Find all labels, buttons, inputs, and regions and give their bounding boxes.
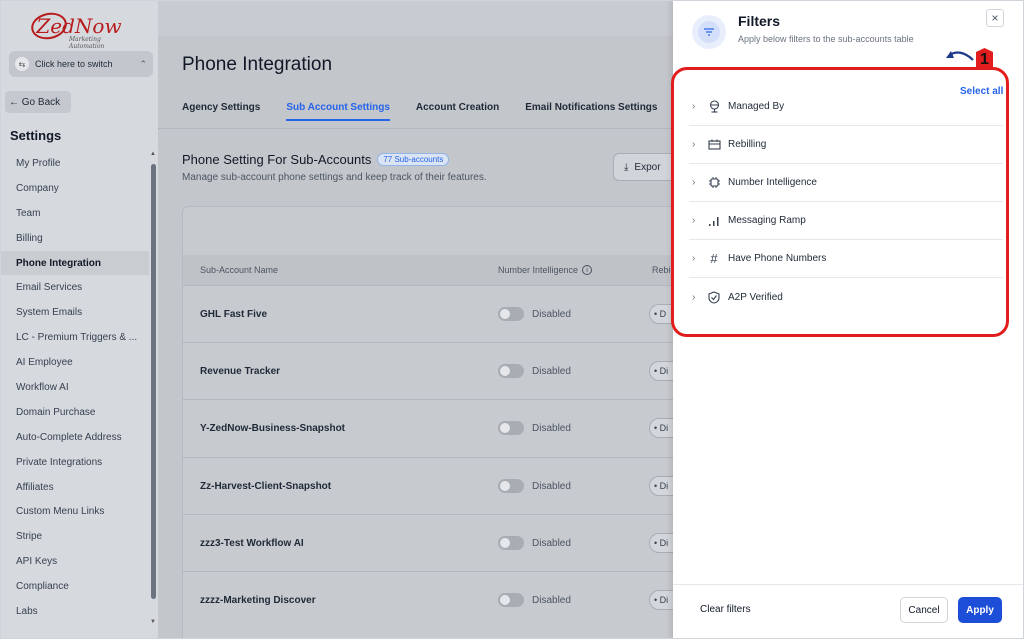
settings-tabs: Agency Settings Sub Account Settings Acc… xyxy=(182,102,657,121)
toggle-status: Disabled xyxy=(532,308,571,320)
annotation-number-badge: 1 xyxy=(976,48,993,68)
toggle-status: Disabled xyxy=(532,422,571,434)
settings-nav: My Profile Company Team Billing Phone In… xyxy=(1,151,149,624)
sidebar-item-compliance[interactable]: Compliance xyxy=(1,574,149,599)
top-bar xyxy=(158,1,673,36)
sidebar: ZedNow Marketing Automation ⇆ Click here… xyxy=(1,1,158,638)
annotation-highlight-box xyxy=(671,67,1009,337)
clear-filters-button[interactable]: Clear filters xyxy=(700,604,751,615)
sidebar-item-labs[interactable]: Labs xyxy=(1,599,149,624)
download-icon: ⤓ xyxy=(624,161,629,173)
close-button[interactable]: × xyxy=(986,9,1004,27)
close-icon: × xyxy=(991,11,999,25)
switcher-label: Click here to switch xyxy=(35,59,113,69)
table-row[interactable]: GHL Fast Five Disabled • D xyxy=(183,285,689,342)
filter-lines-icon xyxy=(704,28,714,36)
number-intelligence-toggle[interactable] xyxy=(498,364,524,378)
row-account-name: GHL Fast Five xyxy=(200,308,268,320)
tab-agency-settings[interactable]: Agency Settings xyxy=(182,102,260,121)
footer-divider xyxy=(673,584,1023,585)
row-number-intelligence: Disabled xyxy=(498,479,571,493)
sidebar-item-domain-purchase[interactable]: Domain Purchase xyxy=(1,400,149,425)
column-header-number-intelligence: Number Intelligence i xyxy=(498,265,593,275)
filter-icon-inner xyxy=(698,21,720,43)
row-number-intelligence: Disabled xyxy=(498,421,571,435)
cancel-button[interactable]: Cancel xyxy=(900,597,948,623)
info-icon[interactable]: i xyxy=(582,265,593,275)
table-header: Sub-Account Name Number Intelligence i R… xyxy=(183,255,683,285)
section-title: Phone Setting For Sub-Accounts 77 Sub-ac… xyxy=(182,152,450,167)
number-intelligence-toggle[interactable] xyxy=(498,479,524,493)
number-intelligence-toggle[interactable] xyxy=(498,536,524,550)
sidebar-item-lc-premium-triggers[interactable]: LC - Premium Triggers & ... xyxy=(1,325,149,350)
app-window: ZedNow Marketing Automation ⇆ Click here… xyxy=(0,0,1024,639)
switch-icon: ⇆ xyxy=(15,57,29,71)
sidebar-item-company[interactable]: Company xyxy=(1,176,149,201)
annotation-arrow-icon xyxy=(946,51,974,61)
sidebar-item-private-integrations[interactable]: Private Integrations xyxy=(1,450,149,475)
row-number-intelligence: Disabled xyxy=(498,593,571,607)
number-intelligence-toggle[interactable] xyxy=(498,307,524,321)
number-intelligence-toggle[interactable] xyxy=(498,421,524,435)
sub-accounts-table: Sub-Account Name Number Intelligence i R… xyxy=(182,206,689,638)
sidebar-item-team[interactable]: Team xyxy=(1,201,149,226)
table-row[interactable]: Zz-Harvest-Client-Snapshot Disabled • Di xyxy=(183,457,689,514)
filters-title: Filters xyxy=(738,13,781,29)
sidebar-item-email-services[interactable]: Email Services xyxy=(1,275,149,300)
filters-subtitle: Apply below filters to the sub-accounts … xyxy=(738,34,914,44)
sidebar-item-api-keys[interactable]: API Keys xyxy=(1,549,149,574)
tab-sub-account-settings[interactable]: Sub Account Settings xyxy=(286,102,390,121)
toggle-status: Disabled xyxy=(532,480,571,492)
scroll-up-icon[interactable]: ▲ xyxy=(150,151,156,157)
row-account-name: Revenue Tracker xyxy=(200,365,281,377)
settings-heading: Settings xyxy=(10,128,62,143)
table-row[interactable]: Revenue Tracker Disabled • Di xyxy=(183,342,689,399)
sidebar-item-system-emails[interactable]: System Emails xyxy=(1,300,149,325)
tabs-divider xyxy=(158,128,673,129)
row-number-intelligence: Disabled xyxy=(498,536,571,550)
export-label: Expor xyxy=(634,161,661,173)
row-account-name: zzzz-Marketing Discover xyxy=(200,594,316,606)
apply-button[interactable]: Apply xyxy=(958,597,1002,623)
sidebar-item-auto-complete-address[interactable]: Auto-Complete Address xyxy=(1,425,149,450)
zednow-logo[interactable]: ZedNow Marketing Automation xyxy=(28,9,129,50)
filter-icon xyxy=(692,15,726,49)
column-header-rebilling: Rebi xyxy=(652,265,671,275)
tab-email-notifications-settings[interactable]: Email Notifications Settings xyxy=(525,102,657,121)
toggle-status: Disabled xyxy=(532,537,571,549)
logo-tagline: Marketing Automation xyxy=(69,36,105,50)
sidebar-item-custom-menu-links[interactable]: Custom Menu Links xyxy=(1,499,149,524)
row-number-intelligence: Disabled xyxy=(498,307,571,321)
table-row[interactable]: zzz3-Test Workflow AI Disabled • Di xyxy=(183,514,689,571)
sidebar-item-affiliates[interactable]: Affiliates xyxy=(1,475,149,500)
go-back-button[interactable]: ← Go Back xyxy=(5,91,71,113)
column-header-ni-label: Number Intelligence xyxy=(498,265,579,275)
sidebar-item-ai-employee[interactable]: AI Employee xyxy=(1,350,149,375)
tab-account-creation[interactable]: Account Creation xyxy=(416,102,499,121)
sub-accounts-count-badge: 77 Sub-accounts xyxy=(377,153,450,166)
row-number-intelligence: Disabled xyxy=(498,364,571,378)
sidebar-scrollbar[interactable] xyxy=(151,164,156,599)
sidebar-item-workflow-ai[interactable]: Workflow AI xyxy=(1,375,149,400)
sidebar-item-stripe[interactable]: Stripe xyxy=(1,524,149,549)
toggle-status: Disabled xyxy=(532,594,571,606)
number-intelligence-toggle[interactable] xyxy=(498,593,524,607)
column-header-name: Sub-Account Name xyxy=(200,265,279,275)
page-title: Phone Integration xyxy=(182,54,333,75)
sidebar-item-my-profile[interactable]: My Profile xyxy=(1,151,149,176)
table-row[interactable]: zzzz-Marketing Discover Disabled • Di xyxy=(183,571,689,628)
account-switcher[interactable]: ⇆ Click here to switch ⌃ xyxy=(9,51,153,77)
chevron-updown-icon: ⌃ xyxy=(139,58,147,69)
row-account-name: zzz3-Test Workflow AI xyxy=(200,537,304,549)
row-account-name: Y-ZedNow-Business-Snapshot xyxy=(200,422,346,434)
row-account-name: Zz-Harvest-Client-Snapshot xyxy=(200,480,332,492)
table-row[interactable]: Y-ZedNow-Business-Snapshot Disabled • Di xyxy=(183,399,689,456)
section-title-text: Phone Setting For Sub-Accounts xyxy=(182,152,372,167)
main-content: Phone Integration Agency Settings Sub Ac… xyxy=(158,36,689,638)
scroll-down-icon[interactable]: ▼ xyxy=(150,619,156,625)
sidebar-item-phone-integration[interactable]: Phone Integration xyxy=(1,250,149,276)
section-description: Manage sub-account phone settings and ke… xyxy=(182,172,487,183)
toggle-status: Disabled xyxy=(532,365,571,377)
sidebar-item-billing[interactable]: Billing xyxy=(1,226,149,251)
